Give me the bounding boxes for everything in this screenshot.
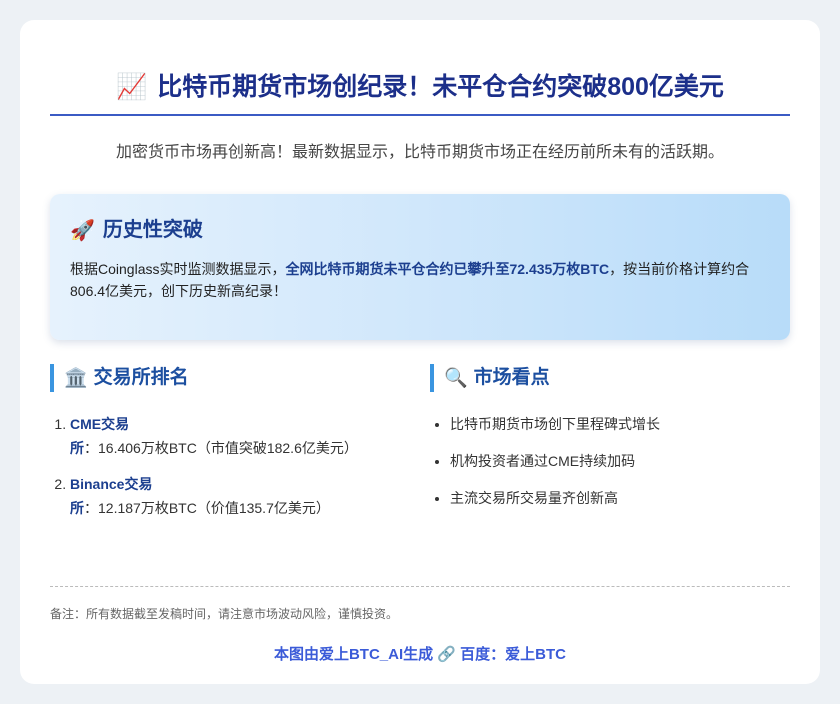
list-item: 机构投资者通过CME持续加码 — [450, 449, 790, 473]
intro-text: 加密货币市场再创新高！最新数据显示，比特币期货市场正在经历前所未有的活跃期。 — [115, 144, 724, 161]
highlight-text: 根据Coinglass实时监测数据显示，全网比特币期货未平仓合约已攀升至72.4… — [70, 258, 770, 302]
ranking-list: CME交易所：16.406万枚BTC（市值突破182.6亿美元） Binance… — [50, 412, 410, 520]
page-title: 📈 比特币期货市场创纪录！未平仓合约突破800亿美元 — [116, 70, 724, 104]
points-list: 比特币期货市场创下里程碑式增长 机构投资者通过CME持续加码 主流交易所交易量齐… — [430, 412, 790, 510]
dashed-divider — [50, 586, 790, 587]
link-icon: 🔗 — [437, 645, 456, 663]
list-item: 比特币期货市场创下里程碑式增长 — [450, 412, 790, 436]
article-card: 📈 比特币期货市场创纪录！未平仓合约突破800亿美元 加密货币市场再创新高！最新… — [20, 20, 820, 684]
page-title-text: 比特币期货市场创纪录！未平仓合约突破800亿美元 — [157, 73, 724, 101]
disclaimer-note: 备注：所有数据截至发稿时间，请注意市场波动风险，谨慎投资。 — [50, 607, 399, 621]
ranking-title-text: 交易所排名 — [93, 367, 189, 388]
bank-icon: 🏛️ — [64, 367, 88, 389]
list-item: 主流交易所交易量齐创新高 — [450, 486, 790, 510]
ranking-title: 🏛️ 交易所排名 — [50, 364, 410, 392]
points-section: 🔍 市场看点 比特币期货市场创下里程碑式增长 机构投资者通过CME持续加码 主流… — [430, 364, 790, 574]
magnifier-icon: 🔍 — [444, 367, 468, 389]
ranking-item-binance: Binance交易所：12.187万枚BTC（价值135.7亿美元） — [70, 472, 410, 520]
two-columns: 🏛️ 交易所排名 CME交易所：16.406万枚BTC（市值突破182.6亿美元… — [50, 364, 790, 574]
highlight-box: 🚀 历史性突破 根据Coinglass实时监测数据显示，全网比特币期货未平仓合约… — [50, 194, 790, 340]
highlight-text-pre: 根据Coinglass实时监测数据显示， — [70, 261, 286, 277]
highlight-text-bold: 全网比特币期货未平仓合约已攀升至72.435万枚BTC — [285, 261, 610, 277]
points-title: 🔍 市场看点 — [430, 364, 790, 392]
exchange-detail: ：16.406万枚BTC（市值突破182.6亿美元） — [84, 440, 358, 456]
ranking-item-cme: CME交易所：16.406万枚BTC（市值突破182.6亿美元） — [70, 412, 410, 460]
highlight-title: 🚀 历史性突破 — [70, 216, 770, 244]
exchange-detail: ：12.187万枚BTC（价值135.7亿美元） — [84, 500, 330, 516]
footer-left-text: 本图由爱上BTC_AI生成 — [273, 646, 434, 663]
title-bar: 📈 比特币期货市场创纪录！未平仓合约突破800亿美元 — [50, 70, 790, 116]
chart-increasing-icon: 📈 — [116, 72, 148, 101]
points-title-text: 市场看点 — [473, 367, 550, 388]
footer-credit: 本图由爱上BTC_AI生成 🔗 百度：爱上BTC — [50, 643, 790, 666]
ranking-section: 🏛️ 交易所排名 CME交易所：16.406万枚BTC（市值突破182.6亿美元… — [50, 364, 410, 574]
rocket-icon: 🚀 — [70, 218, 95, 242]
highlight-title-text: 历史性突破 — [102, 219, 203, 241]
footer-right-text: 百度：爱上BTC — [460, 646, 567, 663]
